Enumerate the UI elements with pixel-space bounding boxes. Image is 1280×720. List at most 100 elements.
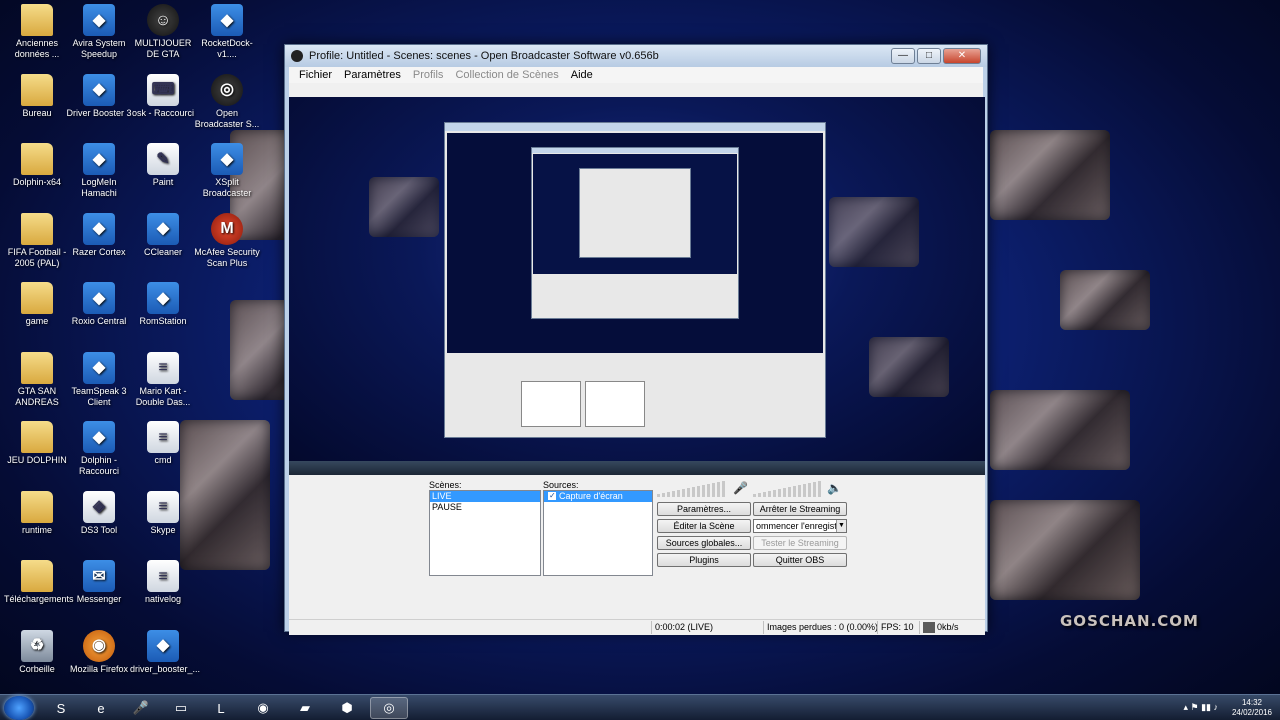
desktop-icon-label: Anciennes données ... <box>14 38 60 59</box>
app-icon: ◆ <box>211 4 243 36</box>
microphone-icon[interactable]: 🎤 <box>733 481 748 495</box>
folder-icon <box>21 4 53 36</box>
desktop-volume-meter[interactable] <box>753 481 823 497</box>
test-streaming-button[interactable]: Tester le Streaming <box>753 536 847 550</box>
quit-button[interactable]: Quitter OBS <box>753 553 847 567</box>
nested-obs-window-2 <box>531 147 739 319</box>
status-bar: 0:00:02 (LIVE) Images perdues : 0 (0.00%… <box>289 619 985 635</box>
nested-title-bar <box>445 123 825 131</box>
league-icon[interactable]: L <box>202 697 240 719</box>
desktop-icon-label: Skype <box>150 524 176 535</box>
menu-parametres[interactable]: Paramètres <box>338 69 407 81</box>
fps-readout: FPS: 10 <box>881 622 914 632</box>
preview-area[interactable] <box>289 97 985 475</box>
desktop-icon-label: osk - Raccourci <box>131 107 194 118</box>
desktop-icon[interactable]: ◆ Dolphin - Raccourci <box>66 421 132 477</box>
scene-item[interactable]: LIVE <box>430 491 540 502</box>
ie-icon[interactable]: e <box>82 697 120 719</box>
record-dropdown[interactable]: ommencer l'enregistremer▼ <box>753 519 847 533</box>
obs-icon[interactable]: ◎ <box>370 697 408 719</box>
desktop-icon[interactable]: ≡ nativelog <box>130 560 196 605</box>
desktop-icon[interactable]: ◆ TeamSpeak 3 Client <box>66 351 132 408</box>
edit-scene-button[interactable]: Éditer la Scène <box>657 519 751 533</box>
desktop-icon-label: TeamSpeak 3 Client <box>71 385 127 407</box>
desktop-icon[interactable]: ≡ Mario Kart - Double Das... <box>130 351 196 408</box>
start-button[interactable] <box>4 696 34 720</box>
window-icon[interactable]: ▭ <box>162 697 200 719</box>
desktop-icon[interactable]: ⌨ osk - Raccourci <box>130 73 196 119</box>
close-button[interactable]: ✕ <box>943 48 981 64</box>
desktop-icon[interactable]: game <box>4 282 70 327</box>
desktop-icon[interactable]: M McAfee Security Scan Plus <box>194 212 260 269</box>
plugins-button[interactable]: Plugins <box>657 553 751 567</box>
menu-aide[interactable]: Aide <box>565 69 599 81</box>
desktop-icon[interactable]: Téléchargements <box>4 560 74 605</box>
window-client: Fichier Paramètres Profils Collection de… <box>289 67 985 635</box>
desktop-icon[interactable]: ◆ Avira System Speedup <box>66 4 132 60</box>
desktop-icon[interactable]: ☺ MULTIJOUER DE GTA <box>130 4 196 60</box>
wallpaper-shape <box>990 130 1110 220</box>
global-sources-button[interactable]: Sources globales... <box>657 536 751 550</box>
desktop-icon[interactable]: ◆ RomStation <box>130 282 196 327</box>
desktop-icon[interactable]: FIFA Football - 2005 (PAL) <box>4 212 70 269</box>
folder-icon <box>21 282 53 314</box>
menu-fichier[interactable]: Fichier <box>293 69 338 81</box>
desktop-icon-label: Bureau <box>22 107 52 118</box>
desktop-icon[interactable]: ✎ Paint <box>130 143 196 188</box>
menu-profils[interactable]: Profils <box>407 69 450 81</box>
desktop-icon-label: Mozilla Firefox <box>69 663 128 674</box>
maximize-button[interactable]: □ <box>917 48 941 64</box>
desktop-icon[interactable]: ◆ CCleaner <box>130 212 196 258</box>
desktop-icon[interactable]: GTA SAN ANDREAS <box>4 351 70 408</box>
sources-label: Sources: <box>543 480 579 490</box>
scene-item[interactable]: PAUSE <box>430 502 540 513</box>
desktop-icon[interactable]: ◈ DS3 Tool <box>66 490 132 536</box>
minimize-button[interactable]: — <box>891 48 915 64</box>
mic-icon[interactable]: 🎤 <box>122 697 160 719</box>
source-item[interactable]: Capture d'écran <box>544 490 652 502</box>
clock[interactable]: 14:32 24/02/2016 <box>1232 698 1272 718</box>
desktop-icon[interactable]: ✉ Messenger <box>66 560 132 605</box>
desktop-icon-label: game <box>25 316 49 326</box>
source-checkbox[interactable] <box>548 490 556 501</box>
desktop-icon-label: LogMeIn Hamachi <box>81 177 117 198</box>
desktop-icon[interactable]: ◆ Razer Cortex <box>66 212 132 258</box>
firefox-icon[interactable]: ◉ <box>244 697 282 719</box>
bitrate-indicator <box>923 622 935 633</box>
desktop-icon[interactable]: ≡ Skype <box>130 490 196 536</box>
game-icon[interactable]: ⬢ <box>328 697 366 719</box>
desktop-icon[interactable]: ◆ Roxio Central <box>66 282 132 327</box>
desktop-icon-label: FIFA Football - 2005 (PAL) <box>7 246 67 268</box>
desktop-icon[interactable]: ◆ XSplit Broadcaster <box>194 143 260 199</box>
scenes-list[interactable]: LIVE PAUSE <box>429 490 541 576</box>
mic-volume-meter[interactable] <box>657 481 727 497</box>
desktop-icon[interactable]: ◆ LogMeIn Hamachi <box>66 143 132 199</box>
desktop-icon[interactable]: Bureau <box>4 73 70 119</box>
clock-date: 24/02/2016 <box>1231 708 1272 717</box>
desktop-icon[interactable]: ◎ Open Broadcaster S... <box>194 73 260 130</box>
folder-icon[interactable]: ▰ <box>286 697 324 719</box>
app-icon: ◆ <box>83 212 115 245</box>
speaker-icon[interactable]: 🔈 <box>827 481 842 495</box>
title-bar[interactable]: Profile: Untitled - Scenes: scenes - Ope… <box>285 45 987 67</box>
wallpaper-shape <box>990 500 1140 600</box>
desktop-icon[interactable]: Anciennes données ... <box>4 4 70 60</box>
wallpaper-text: GOSCHAN.COM <box>1060 612 1199 630</box>
desktop-icon[interactable]: ♻ Corbeille <box>4 629 70 675</box>
desktop-icon[interactable]: ◆ RocketDock-v1.... <box>194 4 260 60</box>
skype-icon[interactable]: S <box>42 697 80 719</box>
desktop-icon[interactable]: Dolphin-x64 <box>4 143 70 188</box>
settings-button[interactable]: Paramètres... <box>657 502 751 516</box>
desktop-icon[interactable]: ◆ driver_booster_... <box>130 629 200 675</box>
sources-list[interactable]: Capture d'écran <box>543 490 653 576</box>
folder-icon <box>21 212 53 245</box>
desktop-icon[interactable]: ≡ cmd <box>130 421 196 466</box>
menu-collection-scenes[interactable]: Collection de Scènes <box>449 69 564 81</box>
stop-streaming-button[interactable]: Arrêter le Streaming <box>753 502 847 516</box>
chevron-down-icon[interactable]: ▼ <box>836 520 846 532</box>
desktop-icon[interactable]: runtime <box>4 490 70 536</box>
desktop-icon[interactable]: JEU DOLPHIN <box>4 421 70 466</box>
desktop-icon[interactable]: ◆ Driver Booster 3 <box>66 73 132 119</box>
desktop-icon[interactable]: ◉ Mozilla Firefox <box>66 629 132 675</box>
system-tray[interactable]: ▴ ⚑ ▮▮ ♪ <box>1184 702 1219 713</box>
